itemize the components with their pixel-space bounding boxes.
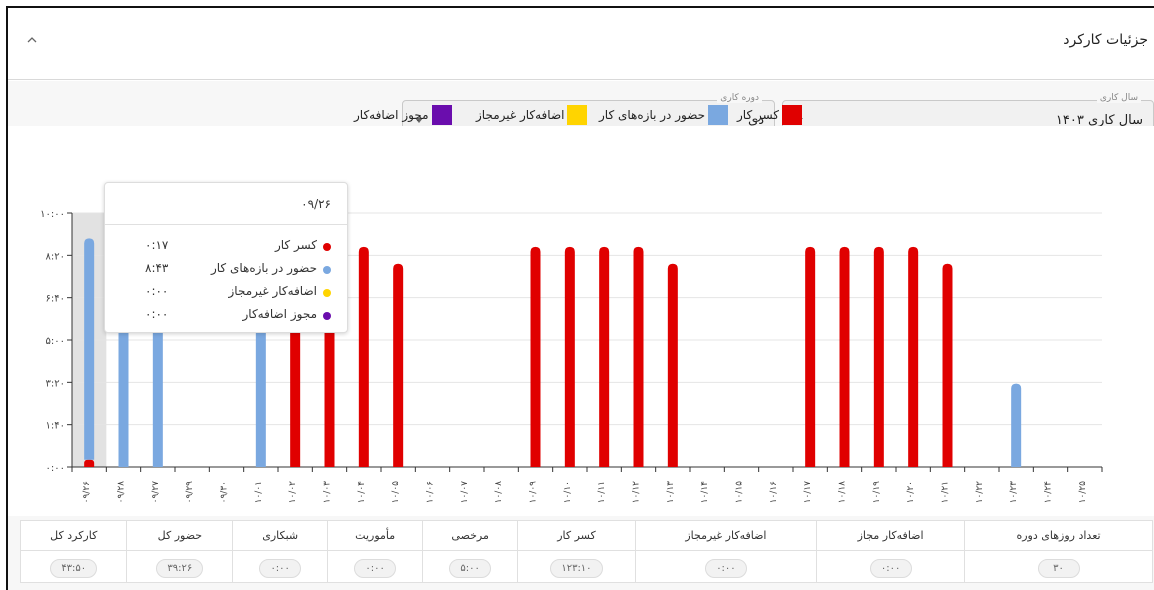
- summary-header-night-shift: شبکاری: [232, 520, 329, 551]
- bar-deficit: [633, 246, 644, 467]
- x-tick-label: ۱۰/۰۴: [357, 481, 367, 504]
- work-details-card: جزئیات کارکرد سال کاری سال کاری ۱۴۰۳ دور…: [6, 6, 1154, 590]
- summary-value-total-presence: ۳۹:۲۶: [156, 558, 204, 578]
- series-dot-icon: [323, 243, 331, 251]
- x-tick-label: ۱۰/۰۶: [426, 481, 436, 504]
- x-tick-label: ۱۰/۱۲: [632, 481, 642, 504]
- summary-value-night-shift: ۰:۰۰: [259, 558, 302, 578]
- x-tick-label: ۱۰/۱۰: [563, 481, 573, 503]
- x-tick-label: ۱۰/۰۷: [460, 481, 470, 504]
- bar-deficit: [667, 263, 678, 467]
- x-tick-label: ۱۰/۰۸: [494, 481, 504, 504]
- summary-value-leave: ۵:۰۰: [449, 558, 492, 578]
- bar-deficit: [564, 246, 575, 467]
- summary-header-leave: مرخصی: [422, 520, 519, 551]
- tooltip-row: کسر کار ۰:۱۷: [121, 238, 331, 256]
- bar-deficit: [358, 246, 369, 467]
- y-tick-label: ۶:۴۰: [46, 294, 65, 305]
- summary-header-total-presence: حضور کل: [126, 520, 234, 551]
- bar-deficit: [393, 263, 404, 467]
- x-tick-label: ۱۰/۱۷: [803, 481, 813, 504]
- tooltip-label: اضافه‌کار غیرمجاز: [228, 284, 317, 298]
- summary-table: تعداد روزهای دوره اضافه‌کار مجاز اضافه‌ک…: [19, 520, 1153, 590]
- tooltip-label: حضور در بازه‌های کار: [210, 261, 317, 275]
- bar-presence: [1011, 383, 1022, 467]
- summary-header-mission: مأموریت: [327, 520, 424, 551]
- x-tick-label: ۱۰/۰۲: [288, 481, 298, 504]
- x-tick-label: ۰۹/۳۰: [220, 481, 230, 503]
- bar-deficit: [84, 459, 95, 467]
- x-tick-label: ۱۰/۲۲: [975, 481, 985, 504]
- bar-deficit: [530, 246, 541, 467]
- tooltip-row: اضافه‌کار غیرمجاز ۰:۰۰: [121, 284, 331, 302]
- x-tick-label: ۱۰/۰۹: [529, 481, 539, 504]
- bar-presence: [84, 238, 95, 460]
- summary-value-mission: ۰:۰۰: [354, 558, 397, 578]
- y-tick-label: ۱:۴۰: [46, 421, 65, 432]
- summary-header-period-days: تعداد روزهای دوره: [964, 520, 1153, 551]
- tooltip-value: ۸:۴۳: [145, 261, 169, 275]
- y-tick-label: ۱۰:۰۰: [40, 209, 65, 220]
- bar-deficit: [805, 246, 816, 467]
- x-tick-label: ۱۰/۱۱: [597, 481, 607, 503]
- summary-value-total-work: ۴۳:۵۰: [50, 558, 98, 578]
- series-dot-icon: [323, 266, 331, 274]
- chart-tooltip: ۰۹/۲۶ کسر کار ۰:۱۷ حضور در بازه‌های کار …: [104, 182, 348, 333]
- summary-header-authorized-overtime: اضافه‌کار مجاز: [816, 520, 966, 551]
- y-tick-label: ۵:۰۰: [46, 336, 65, 347]
- x-tick-label: ۱۰/۱۳: [666, 481, 676, 504]
- bar-deficit: [599, 246, 610, 467]
- x-tick-label: ۱۰/۱۵: [735, 481, 745, 504]
- x-tick-label: ۱۰/۱۸: [838, 481, 848, 504]
- summary-header-unauthorized-overtime: اضافه‌کار غیرمجاز: [634, 520, 818, 551]
- tooltip-label: مجوز اضافه‌کار: [242, 307, 318, 321]
- summary-value-unauthorized-overtime: ۰:۰۰: [704, 558, 747, 578]
- x-tick-label: ۰۹/۲۸: [117, 481, 127, 504]
- x-tick-label: ۱۰/۱۴: [700, 481, 710, 504]
- series-dot-icon: [323, 312, 331, 320]
- summary-header-deficit: کسر کار: [517, 520, 636, 551]
- tooltip-date: ۰۹/۲۶: [301, 197, 331, 211]
- x-tick-label: ۱۰/۰۱: [254, 481, 264, 503]
- x-tick-label: ۱۰/۲۱: [941, 481, 951, 503]
- summary-value-row: ۳۰ ۰:۰۰ ۰:۰۰ ۱۲۳:۱۰ ۵:۰۰ ۰:۰۰ ۰:۰۰ ۳۹:۲۶…: [19, 550, 1153, 583]
- summary-value-authorized-overtime: ۰:۰۰: [869, 558, 912, 578]
- bar-deficit: [873, 246, 884, 467]
- summary-header-total-work: کارکرد کل: [19, 520, 128, 551]
- tooltip-value: ۰:۱۷: [145, 238, 169, 252]
- x-tick-label: ۱۰/۲۴: [1044, 481, 1054, 504]
- bar-deficit: [908, 246, 919, 467]
- bar-deficit: [942, 263, 953, 467]
- x-tick-label: ۰۹/۲۶: [82, 481, 92, 504]
- summary-header-row: تعداد روزهای دوره اضافه‌کار مجاز اضافه‌ک…: [19, 520, 1153, 551]
- y-tick-label: ۳:۲۰: [46, 378, 65, 389]
- y-tick-label: ۰:۰۰: [46, 463, 65, 474]
- x-tick-label: ۱۰/۲۰: [906, 481, 916, 503]
- x-tick-label: ۱۰/۱۹: [872, 481, 882, 504]
- summary-value-period-days: ۳۰: [1037, 558, 1080, 578]
- x-tick-label: ۰۹/۲۷: [151, 481, 161, 504]
- x-tick-label: ۱۰/۲۵: [1078, 481, 1088, 504]
- tooltip-label: کسر کار: [274, 238, 317, 252]
- tooltip-value: ۰:۰۰: [145, 307, 169, 321]
- tooltip-value: ۰:۰۰: [145, 284, 169, 298]
- x-tick-label: ۰۹/۲۹: [185, 481, 195, 504]
- x-tick-label: ۱۰/۰۳: [323, 481, 333, 504]
- tooltip-row: مجوز اضافه‌کار ۰:۰۰: [121, 307, 331, 325]
- y-tick-label: ۸:۲۰: [46, 251, 65, 262]
- series-dot-icon: [323, 289, 331, 297]
- x-tick-label: ۱۰/۱۶: [769, 481, 779, 504]
- tooltip-row: حضور در بازه‌های کار ۸:۴۳: [121, 261, 331, 279]
- x-tick-label: ۱۰/۰۵: [391, 481, 401, 504]
- bar-deficit: [839, 246, 850, 467]
- summary-value-deficit: ۱۲۳:۱۰: [550, 558, 603, 578]
- x-tick-label: ۱۰/۲۳: [1009, 481, 1019, 504]
- tooltip-divider: [105, 224, 347, 225]
